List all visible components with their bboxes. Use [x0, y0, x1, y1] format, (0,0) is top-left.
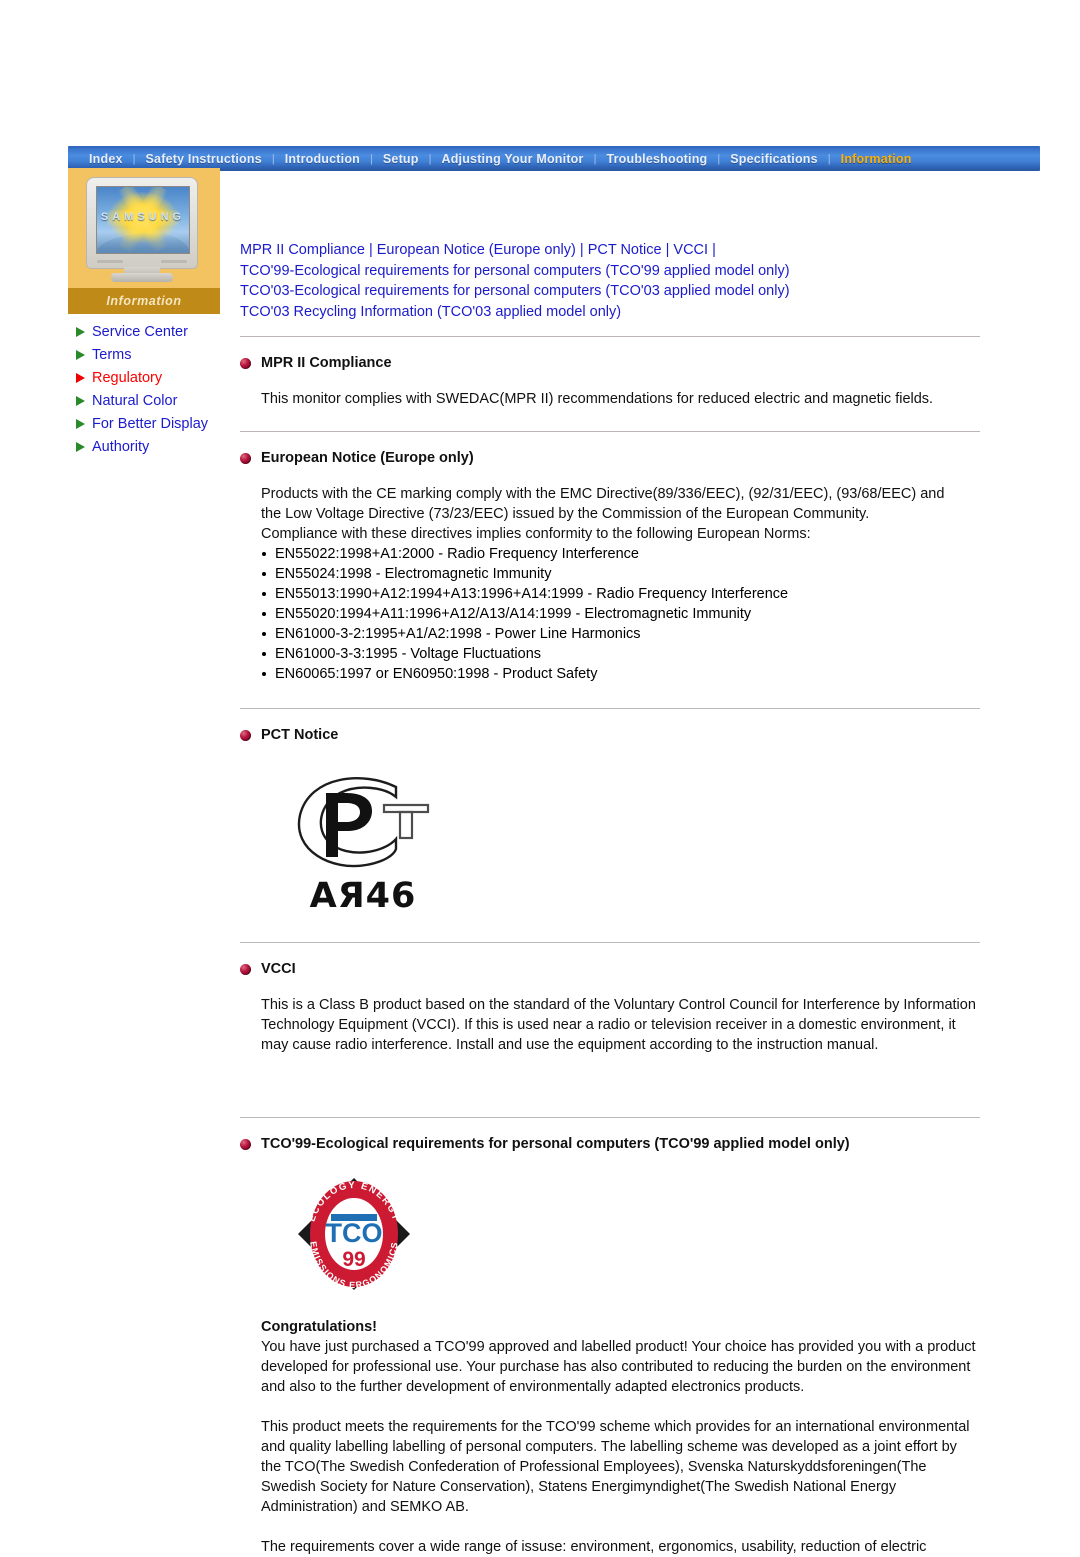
sidebar-item-label: For Better Display: [92, 415, 209, 432]
list-item: EN55013:1990+A12:1994+A13:1996+A14:1999 …: [261, 584, 980, 604]
arrow-right-icon: [76, 349, 85, 360]
samsung-brand-text: SAMSUNG: [100, 210, 186, 223]
sidebar-item-label: Authority: [92, 438, 150, 455]
anchor-link-tco03[interactable]: TCO'03-Ecological requirements for perso…: [240, 281, 980, 302]
list-item: EN61000-3-3:1995 - Voltage Fluctuations: [261, 644, 980, 664]
european-intro-line-2: the Low Voltage Directive (73/23/EEC) is…: [261, 506, 870, 522]
monitor-vent-right: [161, 260, 187, 263]
sidebar-link-list: Service Center Terms Regulatory Natural …: [68, 320, 220, 458]
bullet-ball-icon: [240, 729, 251, 741]
anchor-link-mpr-ii-compliance[interactable]: MPR II Compliance: [240, 242, 365, 258]
anchor-link-tco03-recycling[interactable]: TCO'03 Recycling Information (TCO'03 app…: [240, 302, 980, 323]
svg-text:99: 99: [342, 1248, 365, 1271]
section-heading-pct-notice: PCT Notice: [240, 727, 980, 743]
bullet-ball-icon: [240, 357, 251, 369]
nav-item-troubleshooting[interactable]: Troubleshooting: [597, 152, 716, 166]
section-heading-mpr-ii: MPR II Compliance: [240, 355, 980, 371]
congratulations-heading: Congratulations!: [261, 1319, 377, 1335]
list-item: EN61000-3-2:1995+A1/A2:1998 - Power Line…: [261, 624, 980, 644]
sidebar-item-regulatory[interactable]: Regulatory: [76, 366, 220, 389]
list-item: EN55022:1998+A1:2000 - Radio Frequency I…: [261, 544, 980, 564]
bullet-ball-icon: [240, 452, 251, 464]
section-divider: [240, 708, 980, 709]
sidebar-section-caption: Information: [68, 288, 220, 314]
sidebar-item-label: Natural Color: [92, 392, 178, 409]
section-heading-label: PCT Notice: [261, 727, 339, 743]
section-heading-tco99: TCO'99-Ecological requirements for perso…: [240, 1136, 980, 1152]
european-intro-line-3: Compliance with these directives implies…: [261, 526, 811, 542]
sidebar-item-label: Service Center: [92, 323, 188, 340]
section-divider: [240, 431, 980, 432]
section-heading-label: TCO'99-Ecological requirements for perso…: [261, 1136, 850, 1152]
section-heading-european-notice: European Notice (Europe only): [240, 450, 980, 466]
list-item: EN55024:1998 - Electromagnetic Immunity: [261, 564, 980, 584]
nav-item-setup[interactable]: Setup: [374, 152, 428, 166]
nav-item-adjusting-your-monitor[interactable]: Adjusting Your Monitor: [432, 152, 592, 166]
sidebar-item-label: Terms: [92, 346, 132, 363]
sidebar-item-terms[interactable]: Terms: [76, 343, 220, 366]
anchor-link-row-1: MPR II Compliance | European Notice (Eur…: [240, 240, 980, 261]
anchor-link-pct-notice[interactable]: PCT Notice: [588, 242, 662, 258]
sidebar-item-natural-color[interactable]: Natural Color: [76, 389, 220, 412]
anchor-link-list: MPR II Compliance | European Notice (Eur…: [240, 240, 980, 322]
section-divider: [240, 1117, 980, 1118]
tco99-logo: ECOLOGY ENERGY EMISSIONS ERGONOMICS TCO …: [288, 1176, 980, 1297]
pct-mark-code: AЯ46: [309, 876, 417, 916]
section-heading-label: VCCI: [261, 961, 296, 977]
anchor-link-vcci[interactable]: VCCI: [673, 242, 708, 258]
section-heading-label: MPR II Compliance: [261, 355, 392, 371]
section-heading-label: European Notice (Europe only): [261, 450, 474, 466]
anchor-divider: |: [368, 242, 373, 258]
anchor-link-tco99[interactable]: TCO'99-Ecological requirements for perso…: [240, 261, 980, 282]
svg-text:TCO: TCO: [326, 1218, 383, 1248]
tco99-logo-icon: ECOLOGY ENERGY EMISSIONS ERGONOMICS TCO …: [298, 1178, 410, 1290]
tco99-paragraph-3: The requirements cover a wide range of i…: [261, 1539, 927, 1555]
sidebar-item-authority[interactable]: Authority: [76, 435, 220, 458]
arrow-right-icon: [76, 441, 85, 452]
sidebar: SAMSUNG Information Service Center Terms…: [68, 168, 220, 458]
list-item: EN55020:1994+A11:1996+A12/A13/A14:1999 -…: [261, 604, 980, 624]
monitor-body: SAMSUNG: [86, 177, 198, 269]
european-norms-list: EN55022:1998+A1:2000 - Radio Frequency I…: [240, 544, 980, 684]
section-divider: [240, 336, 980, 337]
nav-item-index[interactable]: Index: [80, 152, 132, 166]
mpr-body-text: This monitor complies with SWEDAC(MPR II…: [261, 391, 934, 407]
pct-certification-mark: AЯ46: [288, 769, 438, 916]
european-intro-line-1: Products with the CE marking comply with…: [261, 486, 945, 502]
nav-item-specifications[interactable]: Specifications: [721, 152, 827, 166]
section-divider: [240, 942, 980, 943]
anchor-divider: |: [665, 242, 670, 258]
pct-mark-icon: [297, 777, 430, 868]
sidebar-caption-label: Information: [106, 294, 182, 308]
sidebar-item-service-center[interactable]: Service Center: [76, 320, 220, 343]
monitor-base: [111, 273, 173, 282]
anchor-divider: |: [579, 242, 584, 258]
vcci-body-text: This is a Class B product based on the s…: [261, 997, 976, 1053]
monitor-illustration: SAMSUNG: [86, 177, 198, 282]
section-heading-vcci: VCCI: [240, 961, 980, 977]
bullet-ball-icon: [240, 1138, 251, 1150]
anchor-divider: |: [712, 242, 716, 258]
sidebar-item-for-better-display[interactable]: For Better Display: [76, 412, 220, 435]
anchor-link-european-notice[interactable]: European Notice (Europe only): [377, 242, 576, 258]
main-content: MPR II Compliance | European Notice (Eur…: [240, 240, 980, 1557]
sidebar-item-label: Regulatory: [92, 369, 163, 386]
tco99-paragraph-1: You have just purchased a TCO'99 approve…: [261, 1339, 976, 1395]
arrow-right-icon: [76, 418, 85, 429]
arrow-right-icon: [76, 372, 85, 383]
monitor-screen: SAMSUNG: [96, 186, 190, 254]
nav-item-introduction[interactable]: Introduction: [276, 152, 369, 166]
nav-item-information[interactable]: Information: [832, 152, 921, 166]
list-item: EN60065:1997 or EN60950:1998 - Product S…: [261, 664, 980, 684]
arrow-right-icon: [76, 395, 85, 406]
arrow-right-icon: [76, 326, 85, 337]
monitor-vent-left: [97, 260, 123, 263]
nav-item-safety-instructions[interactable]: Safety Instructions: [137, 152, 271, 166]
tco99-paragraph-2: This product meets the requirements for …: [261, 1419, 970, 1515]
bullet-ball-icon: [240, 963, 251, 975]
sidebar-logo-panel: SAMSUNG Information: [68, 168, 220, 314]
